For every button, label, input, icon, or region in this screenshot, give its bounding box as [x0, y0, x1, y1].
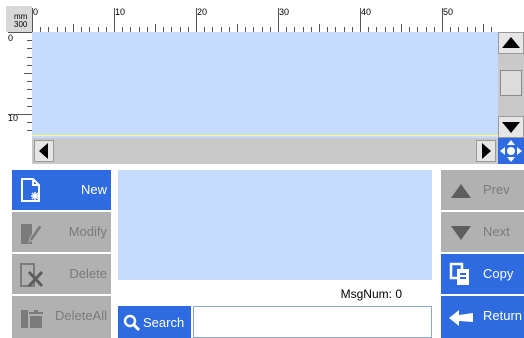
ruler-top-label: 40: [361, 7, 372, 17]
arrow-down-icon: [451, 226, 471, 240]
search-button-label: Search: [143, 315, 185, 330]
delete-all-button[interactable]: DeleteAll: [12, 296, 111, 338]
prev-button[interactable]: Prev: [441, 170, 524, 210]
vertical-ruler: 0 10: [6, 32, 32, 138]
ruler-tick: [483, 24, 484, 32]
ruler-tick: [401, 24, 402, 32]
ruler-tick: [8, 114, 32, 115]
search-button[interactable]: Search: [118, 306, 191, 338]
triangle-right-icon: [482, 143, 491, 159]
delete-document-icon: [20, 263, 44, 288]
ruler-tick: [114, 8, 115, 32]
ruler-tick: [32, 8, 33, 32]
vertical-scrollbar[interactable]: [498, 32, 524, 138]
ruler-corner: mm 300: [6, 6, 32, 32]
return-button-label: Return: [483, 308, 523, 323]
scroll-up-button[interactable]: [498, 32, 524, 54]
message-count: MsgNum: 0: [118, 284, 432, 302]
ruler-unit-value: 300: [14, 20, 28, 29]
edit-document-icon: [21, 224, 43, 244]
return-arrow-icon: [449, 310, 473, 326]
ruler-top-label: 20: [197, 7, 208, 17]
arrow-up-icon: [451, 184, 471, 198]
triangle-up-icon: [502, 37, 520, 48]
ruler-tick: [155, 24, 156, 32]
ruler-top-label: 50: [443, 7, 454, 17]
ruler-top-label: 0: [33, 7, 39, 17]
ruler-left-label: 10: [8, 113, 19, 123]
copy-icon: [449, 262, 469, 285]
next-button-label: Next: [483, 224, 510, 239]
prev-button-label: Prev: [483, 182, 510, 197]
delete-button[interactable]: Delete: [12, 254, 111, 294]
search-icon: [123, 314, 141, 332]
copy-button[interactable]: Copy: [441, 254, 524, 294]
scroll-down-button[interactable]: [498, 116, 524, 138]
ruler-left-label: 0: [8, 33, 14, 43]
new-document-icon: [21, 178, 40, 202]
message-list[interactable]: [118, 170, 432, 280]
new-button-label: New: [80, 182, 107, 197]
scroll-left-button[interactable]: [34, 140, 54, 162]
new-button[interactable]: New: [12, 170, 111, 210]
ruler-tick: [442, 8, 443, 32]
move-button[interactable]: [498, 138, 524, 164]
copy-button-label: Copy: [483, 266, 514, 281]
scroll-right-button[interactable]: [476, 140, 496, 162]
modify-button-label: Modify: [68, 224, 107, 239]
move-arrows-icon: [500, 140, 522, 162]
triangle-left-icon: [39, 143, 48, 159]
vertical-scroll-thumb[interactable]: [500, 70, 522, 96]
return-button[interactable]: Return: [441, 296, 524, 338]
ruler-tick: [237, 24, 238, 32]
ruler-tick: [319, 24, 320, 32]
ruler-tick: [278, 8, 279, 32]
ruler-tick: [196, 8, 197, 32]
modify-button[interactable]: Modify: [12, 212, 111, 252]
delete-all-icon: [21, 310, 43, 328]
cursor-line: [32, 135, 498, 136]
triangle-down-icon: [502, 122, 520, 133]
ruler-tick: [8, 32, 32, 33]
horizontal-ruler: 0 10 20 30 40 50: [32, 6, 498, 32]
delete-button-label: Delete: [69, 266, 107, 281]
ruler-tick: [360, 8, 361, 32]
ruler-unit-label: mm 300: [14, 13, 27, 29]
message-edit-canvas[interactable]: [32, 32, 498, 138]
delete-all-button-label: DeleteAll: [54, 308, 107, 323]
search-input[interactable]: [193, 306, 432, 338]
next-button[interactable]: Next: [441, 212, 524, 252]
ruler-top-label: 30: [279, 7, 290, 17]
horizontal-scrollbar[interactable]: [32, 138, 498, 164]
ruler-tick: [24, 73, 32, 74]
ruler-tick: [73, 24, 74, 32]
message-count-label: MsgNum: 0: [340, 287, 402, 301]
ruler-top-label: 10: [115, 7, 126, 17]
